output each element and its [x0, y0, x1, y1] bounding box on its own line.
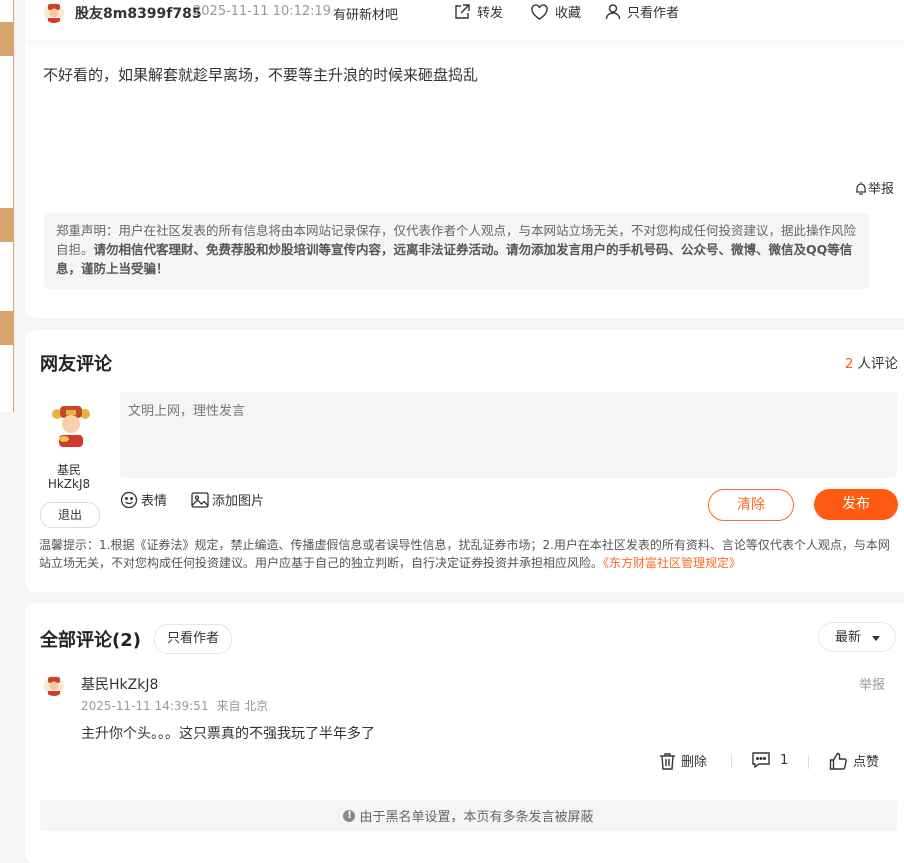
post-header: 股友8m8399f785 2025-11-11 10:12:19 有研新材吧 转…: [25, 0, 904, 40]
action-divider: [808, 755, 809, 769]
person-icon: [605, 4, 621, 20]
current-user-name: 基民HkZkJ8: [47, 463, 91, 491]
like-label: 点赞: [853, 755, 880, 770]
add-image-button[interactable]: 添加图片: [191, 490, 264, 509]
post-source-bar[interactable]: 有研新材吧: [333, 4, 398, 23]
reply-button[interactable]: 1: [751, 751, 788, 769]
blocked-notice-text: 由于黑名单设置，本页有多条发言被屏蔽: [359, 810, 594, 825]
author-only-label: 只看作者: [627, 6, 680, 21]
comment-report-link[interactable]: 举报: [859, 674, 885, 693]
comment-text: 主升你个头。。。这只票真的不强我玩了半年多了: [81, 726, 375, 742]
favorite-button[interactable]: 收藏: [530, 2, 581, 21]
delete-button[interactable]: 删除: [659, 751, 707, 770]
sort-dropdown[interactable]: 最新: [818, 622, 896, 652]
comment-compose-card: 网友评论 2人评论 基民HkZkJ8 退出 表情 添加图片 清除 发布 温馨提示…: [25, 330, 904, 592]
report-post-link[interactable]: 举报: [854, 178, 894, 197]
reply-count: 1: [780, 752, 789, 768]
image-icon: [191, 491, 209, 508]
comment-user-name[interactable]: 基民HkZkJ8: [81, 674, 158, 694]
action-divider: [731, 755, 732, 769]
share-button[interactable]: 转发: [453, 2, 503, 21]
report-label: 举报: [867, 182, 894, 197]
share-label: 转发: [477, 6, 504, 21]
left-side-tab[interactable]: [0, 311, 13, 345]
post-time: 2025-11-11 10:12:19: [193, 4, 332, 19]
warm-tips-text: 温馨提示：1.根据《证券法》规定，禁止编造、传播虚假信息或者误导性信息，扰乱证券…: [39, 538, 890, 570]
post-content: 不好看的，如果解套就趁早离场，不要等主升浪的时候来砸盘捣乱: [43, 66, 479, 84]
author-only-filter-button[interactable]: 只看作者: [154, 624, 232, 654]
user-avatar[interactable]: [49, 404, 93, 448]
comment-icon: [752, 752, 770, 769]
info-icon: !: [343, 809, 356, 822]
blocked-notice: ! 由于黑名单设置，本页有多条发言被屏蔽: [40, 800, 897, 831]
share-icon: [455, 3, 470, 19]
caret-down-icon: [872, 636, 880, 641]
emoji-button[interactable]: 表情: [120, 490, 167, 509]
all-comments-title: 全部评论(2): [40, 630, 141, 651]
disclaimer-box: 郑重声明：用户在社区发表的所有信息将由本网站记录保存，仅代表作者个人观点，与本网…: [44, 213, 870, 289]
left-side-tab[interactable]: [0, 22, 13, 56]
comment-location: 来自 北京: [216, 699, 269, 713]
delete-label: 删除: [681, 755, 708, 770]
thumbs-up-icon: [829, 752, 847, 770]
clear-button[interactable]: 清除: [708, 489, 794, 521]
comment-count-number: 2: [844, 356, 854, 372]
trash-icon: [660, 752, 675, 770]
author-only-toggle[interactable]: 只看作者: [605, 2, 679, 21]
comment-count-label: 人评论: [857, 356, 899, 372]
report-bell-icon: [855, 181, 866, 195]
comments-section-title: 网友评论: [40, 354, 112, 375]
comment-avatar[interactable]: [44, 676, 64, 696]
comment-count: 2 人评论: [845, 352, 898, 372]
warm-tips: 温馨提示：1.根据《证券法》规定，禁止编造、传播虚假信息或者误导性信息，扰乱证券…: [39, 536, 899, 572]
post-card: 股友8m8399f785 2025-11-11 10:12:19 有研新材吧 转…: [25, 0, 904, 318]
comment-list-card: 全部评论(2) 只看作者 最新 基民HkZkJ8 2025-11-11 14:3…: [25, 603, 904, 863]
community-rules-link[interactable]: 《东方财富社区管理规定》: [603, 556, 741, 570]
emoji-icon: [120, 491, 138, 508]
logout-button[interactable]: 退出: [40, 502, 100, 528]
left-side-panel: [0, 0, 14, 412]
favorite-label: 收藏: [555, 6, 582, 21]
publish-button[interactable]: 发布: [814, 489, 898, 520]
like-button[interactable]: 点赞: [829, 751, 879, 770]
emoji-label: 表情: [141, 494, 168, 509]
author-avatar[interactable]: [44, 3, 64, 23]
comment-input[interactable]: [120, 392, 897, 478]
sort-label: 最新: [835, 630, 862, 645]
heart-icon: [531, 3, 548, 20]
comment-time: 2025-11-11 14:39:51: [81, 699, 209, 713]
disclaimer-warning: 请勿相信代客理财、免费荐股和炒股培训等宣传内容，远离非法证券活动。请勿添加发言用…: [56, 242, 853, 276]
author-name[interactable]: 股友8m8399f785: [75, 3, 202, 23]
comment-meta: 2025-11-11 14:39:51 来自 北京: [81, 697, 268, 714]
left-side-tab[interactable]: [0, 208, 13, 242]
add-image-label: 添加图片: [212, 494, 265, 509]
